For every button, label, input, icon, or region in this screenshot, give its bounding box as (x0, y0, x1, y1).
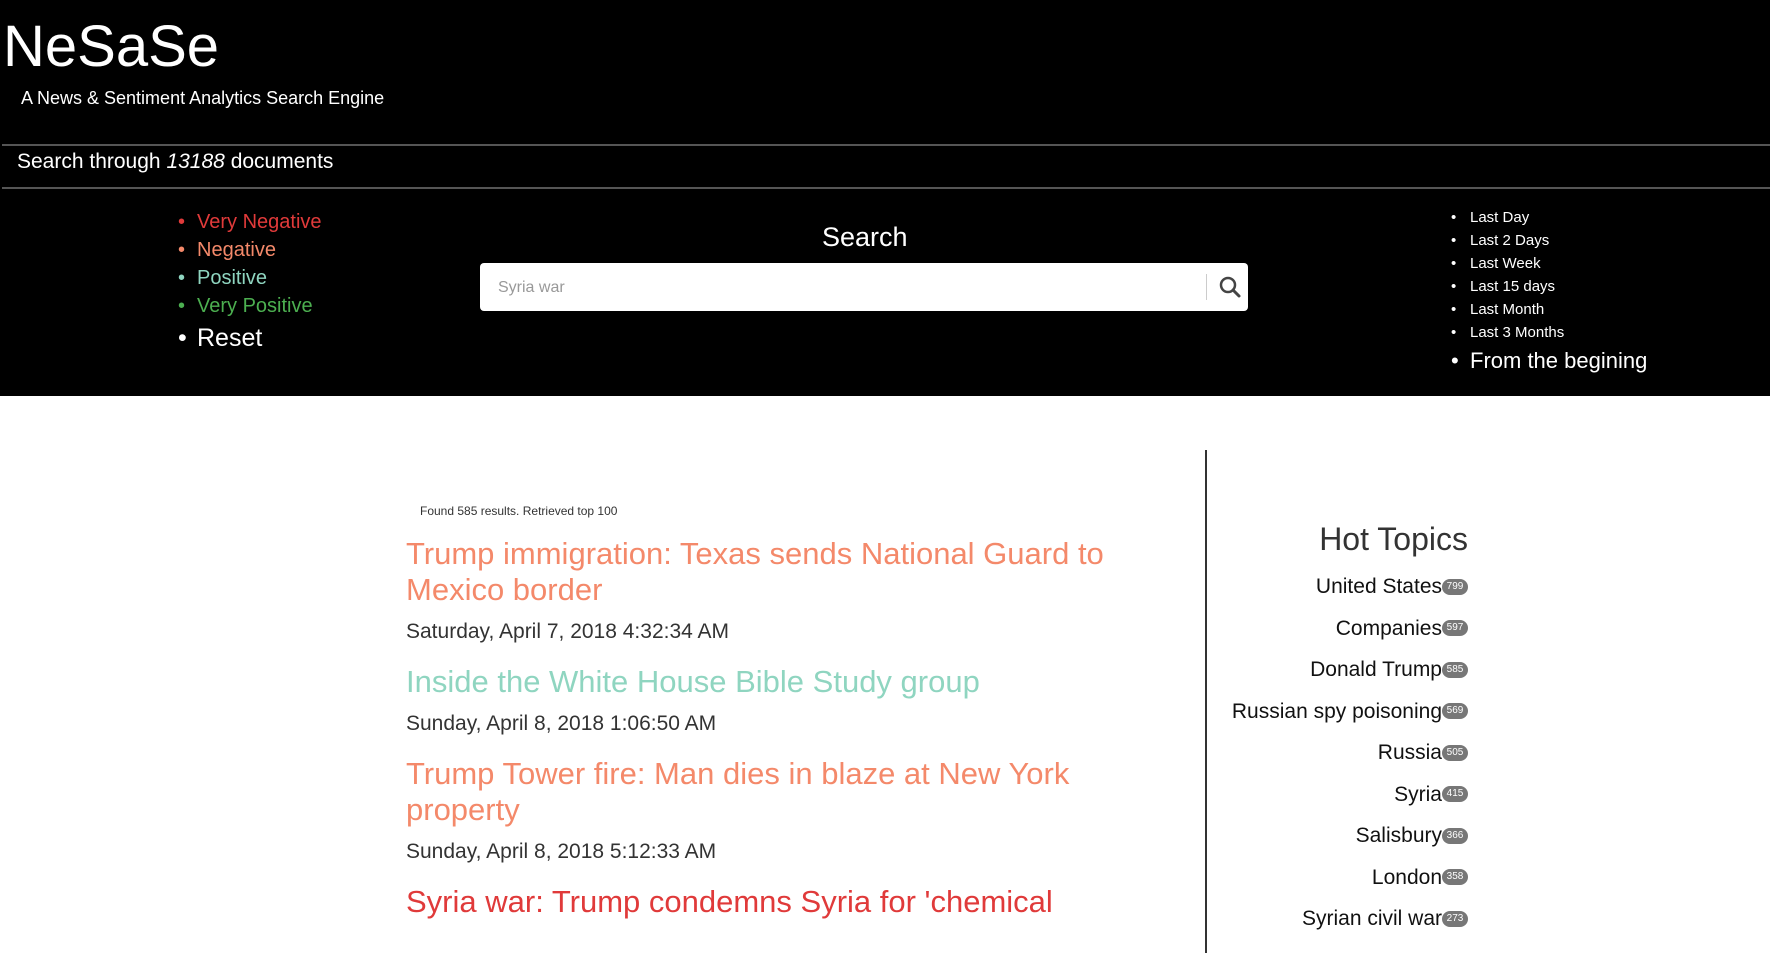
doc-count-number: 13188 (166, 150, 225, 173)
time-last-15-days[interactable]: Last 15 days (1451, 275, 1647, 298)
result-item: Inside the White House Bible Study group… (406, 664, 1106, 738)
result-title[interactable]: Syria war: Trump condemns Syria for 'che… (406, 884, 1106, 920)
topic-name[interactable]: Russia (1378, 741, 1442, 764)
document-count: Search through 13188 documents (17, 150, 333, 174)
result-date: Sunday, April 8, 2018 5:12:33 AM (406, 840, 717, 863)
topic-name[interactable]: Russian spy poisoning (1232, 700, 1442, 723)
sentiment-very-positive[interactable]: Very Positive (178, 292, 322, 320)
topic-item[interactable]: Syrian civil war 273 (1150, 898, 1468, 940)
topic-count-badge: 415 (1442, 786, 1468, 803)
topic-item[interactable]: United States 799 (1150, 566, 1468, 608)
time-from-beginning[interactable]: From the begining (1451, 344, 1647, 378)
sentiment-positive[interactable]: Positive (178, 264, 322, 292)
result-title[interactable]: Trump Tower fire: Man dies in blaze at N… (406, 756, 1106, 828)
topic-name[interactable]: London (1372, 866, 1442, 889)
topic-name[interactable]: Salisbury (1356, 824, 1442, 847)
time-last-day[interactable]: Last Day (1451, 206, 1647, 229)
result-date: Saturday, April 7, 2018 4:32:34 AM (406, 620, 729, 643)
topic-item[interactable]: Russian spy poisoning 569 (1150, 691, 1468, 733)
divider (2, 187, 1770, 189)
result-item: Trump immigration: Texas sends National … (406, 536, 1106, 646)
results-list: Trump immigration: Texas sends National … (406, 536, 1106, 938)
doc-count-suffix: documents (230, 150, 334, 173)
time-filter-list: Last Day Last 2 Days Last Week Last 15 d… (1451, 206, 1647, 378)
topic-item[interactable]: Salisbury 366 (1150, 815, 1468, 857)
topic-name[interactable]: Syria (1394, 783, 1442, 806)
result-title[interactable]: Trump immigration: Texas sends National … (406, 536, 1106, 608)
topic-count-badge: 273 (1442, 910, 1468, 927)
topic-count-badge: 505 (1442, 744, 1468, 761)
topic-count-badge: 358 (1442, 869, 1468, 886)
topic-count-badge: 366 (1442, 827, 1468, 844)
hot-topics-panel: Hot Topics United States 799 Companies 597… (1150, 520, 1468, 940)
search-button[interactable] (1213, 269, 1247, 305)
time-last-month[interactable]: Last Month (1451, 298, 1647, 321)
topic-count-badge: 569 (1442, 703, 1468, 720)
topic-name[interactable]: United States (1316, 575, 1442, 598)
tagline: A News & Sentiment Analytics Search Engi… (21, 88, 385, 108)
results-summary: Found 585 results. Retrieved top 100 (420, 504, 618, 518)
brand-logo-text[interactable]: NeSaSe (3, 12, 219, 82)
topic-item[interactable]: Companies 597 (1150, 608, 1468, 650)
time-last-3-months[interactable]: Last 3 Months (1451, 321, 1647, 344)
sentiment-filter-list: Very Negative Negative Positive Very Pos… (178, 208, 322, 357)
topic-count-badge: 597 (1442, 620, 1468, 637)
result-title[interactable]: Inside the White House Bible Study group (406, 664, 1106, 700)
search-divider (1206, 274, 1207, 300)
topic-item[interactable]: Syria 415 (1150, 774, 1468, 816)
hot-topics-title: Hot Topics (1319, 521, 1468, 557)
search-box (480, 263, 1248, 311)
search-input[interactable] (496, 275, 1180, 301)
doc-count-prefix: Search through (17, 150, 161, 173)
topic-item[interactable]: London 358 (1150, 857, 1468, 899)
time-last-week[interactable]: Last Week (1451, 252, 1647, 275)
topic-name[interactable]: Syrian civil war (1302, 907, 1442, 930)
result-item: Trump Tower fire: Man dies in blaze at N… (406, 756, 1106, 866)
sentiment-negative[interactable]: Negative (178, 236, 322, 264)
search-icon (1219, 276, 1241, 298)
topic-name[interactable]: Donald Trump (1310, 658, 1442, 681)
header: NeSaSe A News & Sentiment Analytics Sear… (0, 0, 1770, 396)
result-date: Sunday, April 8, 2018 1:06:50 AM (406, 712, 717, 735)
topic-item[interactable]: Donald Trump 585 (1150, 649, 1468, 691)
search-title: Search (822, 222, 908, 252)
result-item: Syria war: Trump condemns Syria for 'che… (406, 884, 1106, 920)
topic-item[interactable]: Russia 505 (1150, 732, 1468, 774)
divider (2, 144, 1770, 146)
time-last-2-days[interactable]: Last 2 Days (1451, 229, 1647, 252)
topic-count-badge: 585 (1442, 661, 1468, 678)
sentiment-very-negative[interactable]: Very Negative (178, 208, 322, 236)
topic-name[interactable]: Companies (1336, 617, 1442, 640)
topic-count-badge: 799 (1442, 578, 1468, 595)
sentiment-reset[interactable]: Reset (178, 320, 322, 357)
